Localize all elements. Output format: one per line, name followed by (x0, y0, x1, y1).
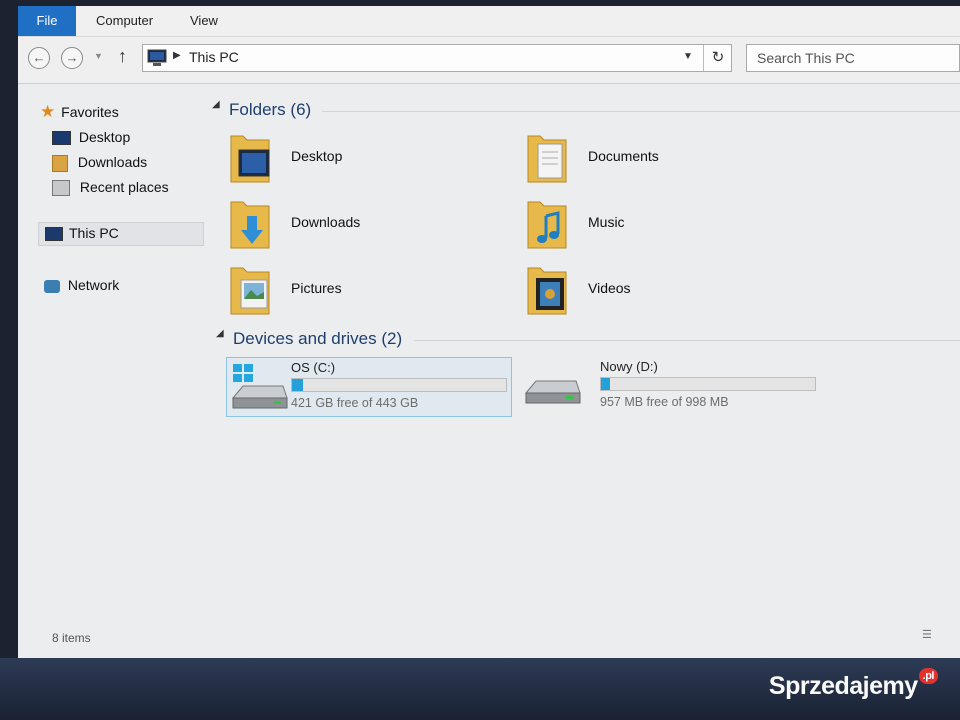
tab-computer[interactable]: Computer (96, 6, 153, 36)
watermark: Sprzedajemy .pl (768, 668, 938, 701)
folder-videos[interactable]: Videos (526, 262, 776, 324)
devices-group-header[interactable]: Devices and drives (2) (233, 327, 402, 351)
nav-favorites-label: Favorites (61, 104, 119, 120)
windows-drive-icon (231, 364, 288, 409)
drive-c-usage-bar (291, 378, 507, 392)
drive-d[interactable]: Nowy (D:) 957 MB free of 998 MB (520, 357, 820, 415)
address-row: ← → ▼ ↑ ▶ This PC ▼ ↻ Search This PC (18, 37, 960, 84)
drive-d-name: Nowy (D:) (600, 359, 658, 374)
drive-d-usage-bar (600, 377, 816, 391)
content-area: ◢ Folders (6) Desktop Documents Download… (212, 84, 960, 644)
search-input[interactable]: Search This PC (746, 44, 960, 72)
folder-downloads[interactable]: Downloads (229, 196, 479, 258)
status-item-count: 8 items (52, 631, 91, 645)
up-button[interactable]: ↑ (118, 46, 127, 67)
folder-pictures[interactable]: Pictures (229, 262, 479, 324)
nav-item-this-pc[interactable]: This PC (38, 222, 204, 246)
nav-item-recent-places[interactable]: Recent places (52, 176, 169, 198)
nav-item-downloads[interactable]: Downloads (52, 151, 147, 173)
folder-pictures-label: Pictures (291, 280, 342, 296)
nav-item-network-label: Network (67, 277, 120, 293)
drive-c-usage-fill (292, 379, 303, 391)
folder-music-label: Music (588, 214, 625, 230)
pictures-folder-icon (230, 267, 270, 315)
drive-d-free-space: 957 MB free of 998 MB (600, 395, 729, 409)
computer-icon (45, 227, 63, 241)
nav-item-desktop[interactable]: Desktop (52, 126, 130, 148)
collapse-devices-icon[interactable]: ◢ (216, 328, 224, 339)
drive-c-name: OS (C:) (291, 360, 336, 375)
network-icon (44, 279, 60, 293)
nav-favorites[interactable]: ★ Favorites (40, 101, 119, 123)
details-view-icon[interactable]: ☰ (922, 628, 932, 641)
folder-desktop[interactable]: Desktop (229, 130, 479, 192)
breadcrumb-chevron-icon: ▶ (173, 50, 181, 61)
folder-videos-label: Videos (588, 280, 631, 296)
folder-downloads-label: Downloads (291, 214, 361, 230)
music-folder-icon (527, 201, 567, 249)
collapse-folders-icon[interactable]: ◢ (212, 99, 220, 110)
desktop-icon (52, 131, 71, 146)
forward-button[interactable]: → (61, 47, 83, 69)
downloads-folder-icon (230, 201, 270, 249)
nav-item-desktop-label: Desktop (78, 129, 131, 145)
downloads-folder-icon (52, 154, 68, 172)
back-button[interactable]: ← (28, 47, 50, 69)
desktop-folder-icon (230, 135, 270, 183)
drive-icon (524, 380, 581, 404)
file-explorer-window: File Computer View ← → ▼ ↑ ▶ This PC ▼ ↻… (18, 6, 960, 658)
address-bar[interactable]: ▶ This PC ▼ ↻ (142, 44, 732, 72)
navigation-pane: ★ Favorites Desktop Downloads Recent pla… (18, 84, 216, 644)
drive-c-free-space: 421 GB free of 443 GB (291, 396, 419, 410)
recent-locations-dropdown[interactable]: ▼ (94, 51, 103, 61)
nav-item-downloads-label: Downloads (77, 154, 148, 170)
address-dropdown-icon[interactable]: ▼ (683, 51, 693, 62)
drive-c[interactable]: OS (C:) 421 GB free of 443 GB (226, 357, 512, 417)
folder-music[interactable]: Music (526, 196, 776, 258)
nav-item-network[interactable]: Network (44, 274, 119, 296)
folder-desktop-label: Desktop (291, 148, 343, 164)
folder-documents-label: Documents (588, 148, 659, 164)
folder-documents[interactable]: Documents (526, 130, 776, 192)
watermark-suffix: .pl (918, 668, 938, 684)
documents-folder-icon (527, 135, 567, 183)
drive-d-usage-fill (601, 378, 610, 390)
folders-group-header[interactable]: Folders (6) (229, 98, 311, 122)
folders-divider (322, 111, 960, 112)
computer-icon (147, 49, 167, 66)
refresh-icon[interactable]: ↻ (703, 45, 732, 71)
recent-places-icon (52, 180, 70, 197)
devices-divider (414, 340, 960, 341)
tab-file[interactable]: File (18, 6, 76, 36)
watermark-text: Sprzedajemy (768, 672, 918, 700)
breadcrumb-this-pc[interactable]: This PC (189, 49, 239, 65)
nav-item-recent-places-label: Recent places (79, 179, 169, 195)
videos-folder-icon (527, 267, 567, 315)
ribbon-tabs: File Computer View (18, 6, 960, 37)
nav-item-this-pc-label: This PC (69, 225, 119, 241)
star-icon: ★ (40, 102, 56, 121)
tab-view[interactable]: View (190, 6, 218, 36)
